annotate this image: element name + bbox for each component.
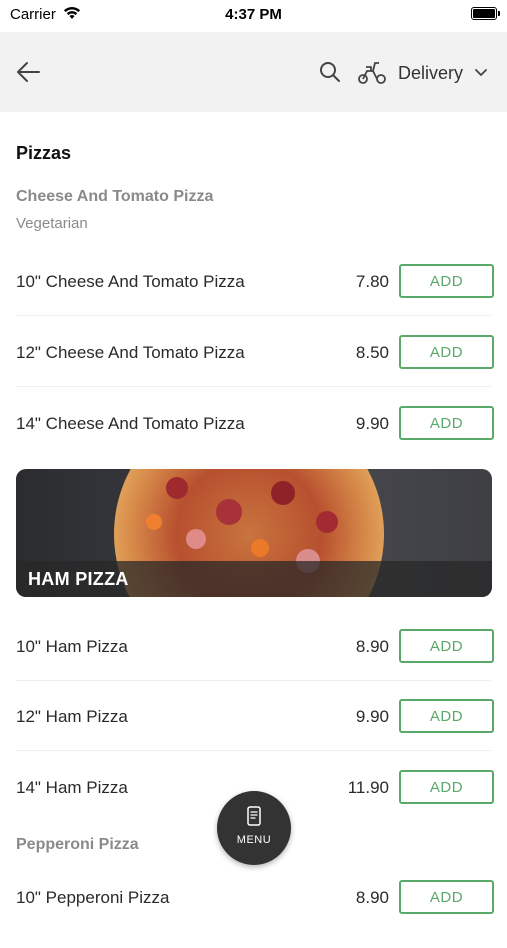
divider xyxy=(16,680,491,681)
topping-decoration xyxy=(186,529,206,549)
ham-pizza-banner: HAM PIZZA xyxy=(16,469,492,597)
item-name: 14" Cheese And Tomato Pizza xyxy=(16,414,245,433)
menu-item-row: 12" Ham Pizza 9.90 ADD xyxy=(16,697,494,767)
topping-decoration xyxy=(146,514,162,530)
item-name: 14" Ham Pizza xyxy=(16,778,128,797)
item-price: 9.90 xyxy=(355,414,389,433)
banner-title: HAM PIZZA xyxy=(28,569,129,589)
topping-decoration xyxy=(316,511,338,533)
item-name: 10" Cheese And Tomato Pizza xyxy=(16,272,245,291)
menu-item-row: 14" Cheese And Tomato Pizza 9.90 ADD xyxy=(16,404,494,474)
item-name: 10" Ham Pizza xyxy=(16,637,128,656)
battery-icon xyxy=(471,7,500,20)
topping-decoration xyxy=(251,539,269,557)
divider xyxy=(16,750,491,751)
add-button[interactable]: ADD xyxy=(399,629,494,663)
item-price: 7.80 xyxy=(355,272,389,291)
chevron-down-icon[interactable] xyxy=(473,67,489,79)
section-title: Pizzas xyxy=(16,143,72,163)
add-button[interactable]: ADD xyxy=(399,406,494,440)
topping-decoration xyxy=(216,499,242,525)
item-name: 10" Pepperoni Pizza xyxy=(16,888,170,907)
item-price: 8.90 xyxy=(355,888,389,907)
add-button[interactable]: ADD xyxy=(399,770,494,804)
divider xyxy=(16,386,491,387)
item-price: 8.50 xyxy=(355,343,389,362)
topping-decoration xyxy=(166,477,188,499)
menu-fab-button[interactable]: MENU xyxy=(217,791,291,865)
scooter-icon[interactable] xyxy=(357,59,387,85)
item-price: 11.90 xyxy=(347,778,389,797)
topping-decoration xyxy=(271,481,295,505)
delivery-mode-label[interactable]: Delivery xyxy=(398,63,463,84)
add-button[interactable]: ADD xyxy=(399,335,494,369)
menu-item-row: 10" Pepperoni Pizza 8.90 ADD xyxy=(16,878,494,948)
item-name: 12" Ham Pizza xyxy=(16,707,128,726)
menu-fab-label: MENU xyxy=(236,834,272,846)
group-title: Pepperoni Pizza xyxy=(16,836,139,853)
status-bar: Carrier 4:37 PM xyxy=(0,0,507,30)
divider xyxy=(16,315,491,316)
item-name: 12" Cheese And Tomato Pizza xyxy=(16,343,245,362)
group-subtitle: Vegetarian xyxy=(16,215,88,232)
group-title: Cheese And Tomato Pizza xyxy=(16,188,214,205)
search-icon[interactable] xyxy=(319,61,341,83)
menu-item-row: 10" Ham Pizza 8.90 ADD xyxy=(16,627,494,697)
clock: 4:37 PM xyxy=(225,6,282,23)
add-button[interactable]: ADD xyxy=(399,880,494,914)
menu-item-row: 12" Cheese And Tomato Pizza 8.50 ADD xyxy=(16,333,494,403)
add-button[interactable]: ADD xyxy=(399,699,494,733)
add-button[interactable]: ADD xyxy=(399,264,494,298)
back-arrow-icon[interactable] xyxy=(14,58,42,86)
menu-item-row: 10" Cheese And Tomato Pizza 7.80 ADD xyxy=(16,262,494,332)
item-price: 8.90 xyxy=(355,637,389,656)
header-bar: Delivery xyxy=(0,32,507,112)
menu-book-icon xyxy=(247,806,261,826)
item-price: 9.90 xyxy=(355,707,389,726)
